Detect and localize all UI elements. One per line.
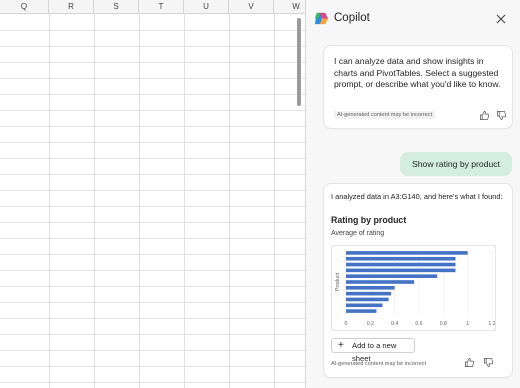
column-header-w[interactable]: W [274, 0, 305, 14]
close-icon[interactable] [494, 12, 508, 26]
chart-bar [346, 262, 456, 267]
cell-grid[interactable] [0, 14, 305, 388]
thumbs-down-icon[interactable] [483, 357, 494, 368]
assistant-intro-message: I can analyze data and show insights in … [334, 56, 501, 90]
chart-title: Rating by product [331, 215, 407, 225]
chart-container[interactable]: 0 0.2 0.4 0.6 0.8 1 1.2 Product [331, 245, 496, 331]
column-header-r[interactable]: R [49, 0, 94, 14]
grid-row-line [0, 126, 305, 127]
grid-row-line [0, 62, 305, 63]
grid-row-line [0, 366, 305, 367]
grid-row-line [0, 222, 305, 223]
chart-x-tick-label: 0.2 [367, 321, 374, 327]
chart-bar [346, 256, 456, 261]
copilot-title: Copilot [334, 12, 370, 24]
grid-row-line [0, 286, 305, 287]
grid-row-line [0, 270, 305, 271]
chart-bar [346, 309, 377, 313]
grid-row-line [0, 238, 305, 239]
chart-x-tick-label: 0.4 [391, 321, 398, 327]
response-intro: I analyzed data in A3:G140, and here's w… [331, 192, 503, 201]
chart-bar [346, 280, 415, 284]
grid-row-line [0, 158, 305, 159]
grid-row-line [0, 254, 305, 255]
grid-column-line [229, 14, 230, 388]
chart-bar [346, 286, 395, 290]
grid-row-line [0, 190, 305, 191]
column-header-q[interactable]: Q [0, 0, 49, 14]
ai-disclaimer: AI-generated content may be incorrect [334, 111, 436, 119]
grid-row-line [0, 350, 305, 351]
chart-bar [346, 251, 468, 255]
grid-row-line [0, 30, 305, 31]
thumbs-up-icon[interactable] [479, 110, 490, 121]
grid-row-line [0, 94, 305, 95]
chart-x-tick-label: 0 [345, 321, 348, 327]
column-headers: Q R S T U V W [0, 0, 305, 14]
chart-y-axis-label: Product [335, 272, 341, 291]
grid-row-line [0, 302, 305, 303]
grid-column-line [184, 14, 185, 388]
assistant-response-card: I analyzed data in A3:G140, and here's w… [324, 184, 512, 377]
grid-row-line [0, 334, 305, 335]
add-to-new-sheet-button[interactable]: + Add to a new sheet [331, 338, 415, 363]
chart-bar [346, 291, 392, 296]
chart-subtitle: Average of rating [331, 230, 385, 237]
grid-column-line [94, 14, 95, 388]
spreadsheet-area[interactable]: Q R S T U V W [0, 0, 305, 388]
grid-column-line [274, 14, 275, 388]
column-header-u[interactable]: U [184, 0, 229, 14]
grid-column-line [139, 14, 140, 388]
grid-row-line [0, 318, 305, 319]
grid-row-line [0, 46, 305, 47]
thumbs-up-icon[interactable] [464, 357, 475, 368]
grid-row-line [0, 142, 305, 143]
chart-x-tick-label: 0.8 [440, 321, 447, 327]
grid-row-line [0, 78, 305, 79]
thumbs-down-icon[interactable] [496, 110, 507, 121]
chart-bar [346, 303, 383, 308]
grid-row-line [0, 174, 305, 175]
chart-x-tick-label: 1.2 [488, 321, 495, 327]
bar-chart: 0 0.2 0.4 0.6 0.8 1 1.2 Product [335, 250, 495, 327]
user-prompt-bubble[interactable]: Show rating by product [400, 152, 512, 176]
copilot-pane: Copilot I can analyze data and show insi… [306, 0, 520, 388]
chart-x-tick-label: 1 [466, 321, 469, 327]
chart-bar [346, 297, 389, 302]
column-header-v[interactable]: V [229, 0, 274, 14]
chart-x-tick-label: 0.6 [415, 321, 422, 327]
column-header-t[interactable]: T [139, 0, 184, 14]
grid-row-line [0, 110, 305, 111]
vertical-scrollbar[interactable] [297, 18, 301, 106]
copilot-logo-icon [314, 12, 329, 25]
copilot-header: Copilot [306, 0, 520, 40]
assistant-intro-card: I can analyze data and show insights in … [324, 46, 512, 128]
chart-bar [346, 268, 456, 273]
plus-icon: + [338, 340, 344, 351]
grid-row-line [0, 206, 305, 207]
grid-column-line [49, 14, 50, 388]
ai-disclaimer-response: AI-generated content may be incorrect [331, 361, 427, 367]
column-header-s[interactable]: S [94, 0, 139, 14]
chart-bar [346, 274, 438, 278]
grid-row-line [0, 382, 305, 383]
